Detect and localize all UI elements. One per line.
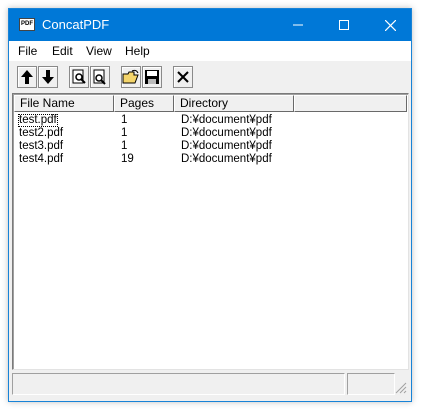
menu-file[interactable]: File: [18, 44, 37, 58]
save-button[interactable]: [142, 66, 162, 88]
file-list[interactable]: File Name Pages Directory test.pdf 1 D:¥…: [12, 93, 409, 370]
file-name: test2.pdf: [19, 127, 64, 139]
file-name: test4.pdf: [19, 153, 64, 165]
page-count: 1: [121, 140, 128, 152]
menu-help[interactable]: Help: [125, 44, 150, 58]
move-up-button[interactable]: [17, 66, 37, 88]
resize-grip-icon[interactable]: [395, 382, 407, 394]
minimize-button[interactable]: [275, 9, 321, 41]
column-file-name[interactable]: File Name: [14, 95, 114, 112]
title-bar[interactable]: PDF ConcatPDF: [9, 9, 411, 41]
file-name: test.pdf: [18, 114, 58, 127]
page-count: 19: [121, 153, 134, 165]
list-item[interactable]: test.pdf 1 D:¥document¥pdf: [14, 114, 407, 127]
window-title: ConcatPDF: [42, 17, 110, 32]
move-down-icon: [42, 70, 54, 84]
preview-button[interactable]: [69, 66, 89, 88]
status-panel-main: [12, 373, 345, 395]
move-down-button[interactable]: [38, 66, 58, 88]
page-count: 1: [121, 127, 128, 139]
app-icon[interactable]: PDF: [19, 18, 35, 31]
maximize-button[interactable]: [321, 9, 367, 41]
maximize-icon: [339, 20, 349, 30]
list-header: File Name Pages Directory: [14, 95, 407, 112]
status-bar: [12, 373, 409, 396]
status-panel-secondary: [347, 373, 395, 395]
open-button[interactable]: [121, 66, 141, 88]
page-view-icon: [93, 69, 106, 85]
menu-bar: File Edit View Help: [9, 41, 411, 61]
menu-edit[interactable]: Edit: [52, 44, 73, 58]
file-name: test3.pdf: [19, 140, 64, 152]
save-icon: [145, 70, 159, 84]
menu-view[interactable]: View: [86, 44, 112, 58]
list-item[interactable]: test2.pdf 1 D:¥document¥pdf: [14, 127, 407, 140]
open-folder-icon: [122, 69, 139, 84]
directory: D:¥document¥pdf: [181, 140, 272, 152]
column-directory[interactable]: Directory: [174, 95, 294, 112]
page-view-button[interactable]: [90, 66, 110, 88]
app-window: PDF ConcatPDF File Edit View Help File N…: [8, 8, 412, 402]
minimize-icon: [293, 24, 303, 26]
directory: D:¥document¥pdf: [181, 127, 272, 139]
list-item[interactable]: test3.pdf 1 D:¥document¥pdf: [14, 140, 407, 153]
list-item[interactable]: test4.pdf 19 D:¥document¥pdf: [14, 153, 407, 166]
directory: D:¥document¥pdf: [181, 153, 272, 165]
move-up-icon: [21, 70, 33, 84]
delete-button[interactable]: [173, 66, 193, 88]
column-pages[interactable]: Pages: [114, 95, 174, 112]
delete-icon: [177, 71, 189, 83]
close-icon: [384, 19, 396, 31]
preview-icon: [72, 69, 86, 84]
toolbar: [9, 61, 411, 95]
directory: D:¥document¥pdf: [181, 114, 272, 126]
page-count: 1: [121, 114, 128, 126]
column-filler: [294, 95, 407, 112]
close-button[interactable]: [367, 9, 413, 41]
